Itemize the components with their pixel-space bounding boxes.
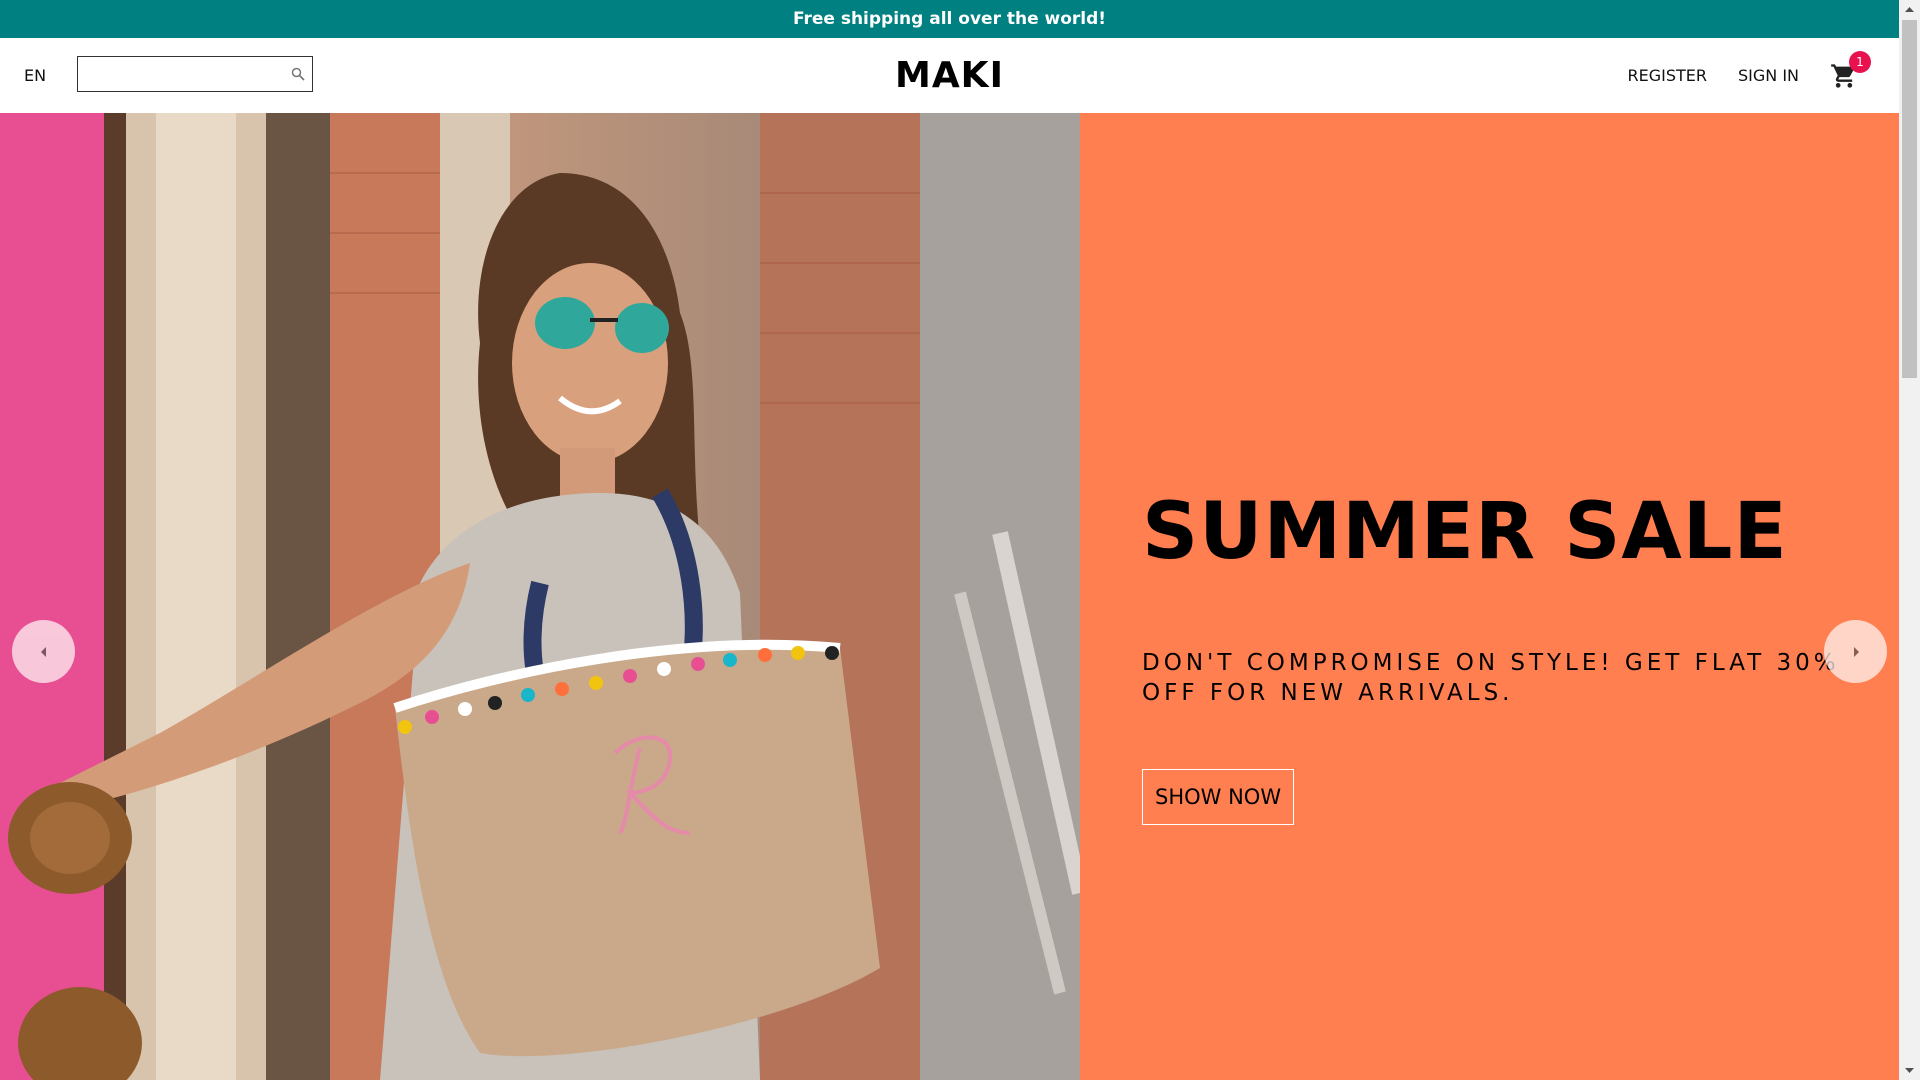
register-link[interactable]: REGISTER — [1627, 66, 1707, 85]
page: Free shipping all over the world! EN MAK… — [0, 0, 1920, 1080]
search-icon[interactable] — [284, 57, 312, 91]
signin-link[interactable]: SIGN IN — [1738, 66, 1799, 85]
chevron-left-icon — [40, 646, 46, 657]
hero-description: DON'T COMPROMISE ON STYLE! GET FLAT 30% … — [1142, 650, 1840, 706]
slider-prev-button[interactable] — [12, 620, 75, 683]
language-selector[interactable]: EN — [24, 38, 46, 113]
vertical-scrollbar[interactable] — [1899, 0, 1920, 1080]
chevron-right-icon — [1853, 646, 1859, 657]
hero-slider: SUMMER SALE DON'T COMPROMISE ON STYLE! G… — [0, 113, 1899, 1080]
hero-image — [0, 113, 1080, 1080]
search-input[interactable] — [78, 57, 284, 91]
announcement-bar: Free shipping all over the world! — [0, 0, 1899, 38]
scrollbar-thumb[interactable] — [1902, 20, 1917, 378]
scroll-up-icon[interactable] — [1899, 0, 1920, 18]
navbar: EN MAKI REGISTER SIGN IN 1 — [0, 38, 1899, 113]
hero-title: SUMMER SALE — [1142, 487, 1788, 577]
announcement-text: Free shipping all over the world! — [792, 9, 1107, 29]
show-now-button[interactable]: SHOW NOW — [1142, 769, 1295, 825]
hero-info-panel: SUMMER SALE DON'T COMPROMISE ON STYLE! G… — [1080, 113, 1899, 1080]
logo[interactable]: MAKI — [895, 55, 1004, 96]
scroll-down-icon[interactable] — [1899, 1062, 1920, 1080]
cart-button[interactable]: 1 — [1829, 50, 1871, 91]
cart-count-badge: 1 — [1849, 50, 1871, 73]
nav-actions: REGISTER SIGN IN 1 — [1596, 38, 1871, 113]
slider-next-button[interactable] — [1824, 620, 1887, 683]
search-box[interactable] — [77, 56, 313, 92]
